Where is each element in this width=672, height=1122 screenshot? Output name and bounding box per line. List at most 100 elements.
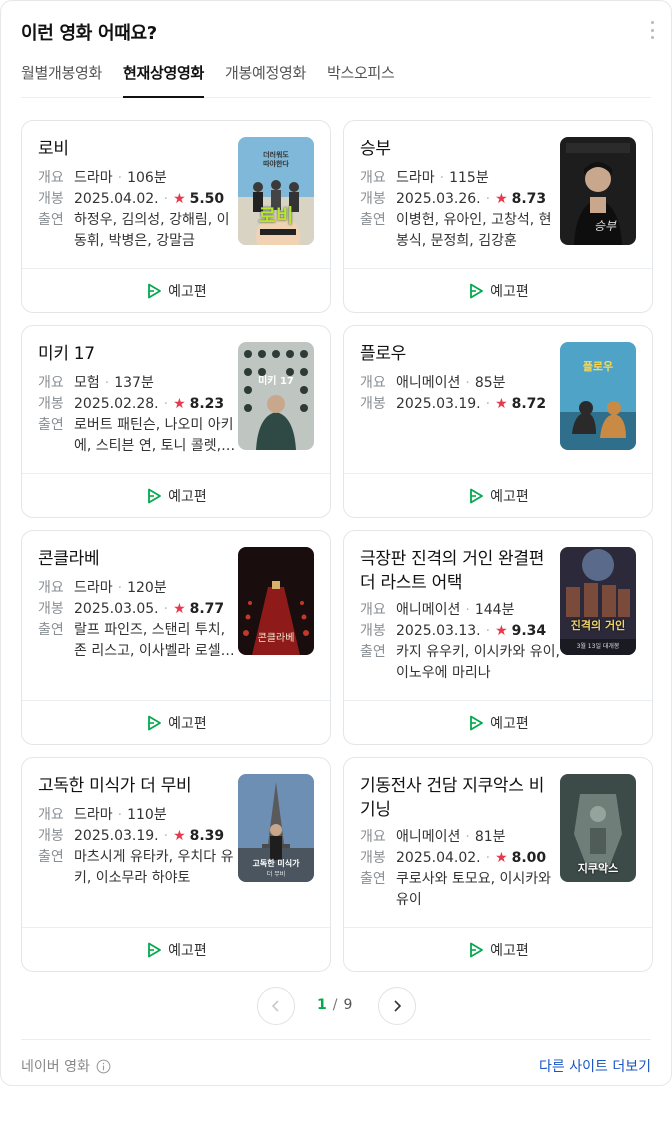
trailer-label: 예고편 [168,942,207,959]
play-icon [470,283,484,298]
release-label: 개봉 [360,396,386,412]
genre-label: 개요 [360,602,386,618]
trailer-label: 예고편 [168,715,207,732]
more-options-icon[interactable] [649,21,655,39]
trailer-button[interactable]: 예고편 [22,473,330,517]
genre-value: 모험 [74,375,100,391]
tab-box-office[interactable]: 박스오피스 [327,59,395,98]
movie-card[interactable]: 기동전사 건담 지쿠악스 비기닝 개요 애니메이션 · 81분 개봉 2025.04.0… [343,757,653,972]
poster-subtitle: 더 무비 [266,871,286,878]
star-icon: ★ [173,601,186,617]
movie-title[interactable]: 승부 [360,137,558,161]
movie-title[interactable]: 기동전사 건담 지쿠악스 비기닝 [360,774,558,822]
movie-poster[interactable]: 승부 [560,137,636,245]
movie-poster[interactable]: 더러워도 따야한다 로비 [238,137,314,245]
movie-poster[interactable]: 고독한 미식가 더 무비 [238,774,314,882]
trailer-button[interactable]: 예고편 [344,268,652,312]
release-date: 2025.03.13. [396,623,481,639]
movie-title[interactable]: 미키 17 [38,342,236,366]
movie-poster[interactable]: 콘클라베 [238,547,314,655]
poster-title: 진격의 거인 [570,619,626,632]
play-icon [148,283,162,298]
release-label: 개봉 [38,601,64,617]
movie-title[interactable]: 콘클라베 [38,547,236,571]
movie-poster[interactable]: 진격의 거인 3월 13일 대개봉 [560,547,636,655]
rating-score: 8.23 [189,396,225,412]
movie-card[interactable]: 콘클라베 개요 드라마 · 120분 개봉 2025.03.05. · ★ 8.77 출연 랄프… [21,530,331,745]
movie-info: 개요 애니메이션 · 85분 개봉 2025.03.19. · ★ 8.72 [360,373,560,415]
poster-title: 고독한 미식가 [252,859,300,868]
movie-info: 개요 모험 · 137분 개봉 2025.02.28. · ★ 8.23 출연 로버트 패틴슨,… [38,373,238,457]
trailer-button[interactable]: 예고편 [22,927,330,971]
movie-card[interactable]: 고독한 미식가 더 무비 개요 드라마 · 110분 개봉 2025.03.19. · ★ 8… [21,757,331,972]
page-separator: / [332,997,338,1013]
cast-value: 이병헌, 유아인, 고창석, 현봉식, 문정희, 김강훈 [396,212,552,249]
genre-value: 애니메이션 [396,829,461,845]
genre-label: 개요 [360,375,386,391]
previous-page-button[interactable] [257,987,295,1025]
panel-footer: 네이버 영화 다른 사이트 더보기 [21,1039,651,1087]
chevron-right-icon [394,1000,402,1012]
movie-card[interactable]: 미키 17 개요 모험 · 137분 개봉 2025.02.28. · ★ 8.23 출연 로버… [21,325,331,518]
movie-card[interactable]: 로비 개요 드라마 · 106분 개봉 2025.04.02. · ★ 5.50 출연 하정우,… [21,120,331,313]
source-label: 네이버 영화 [21,1056,111,1076]
release-date: 2025.03.05. [74,601,159,617]
release-label: 개봉 [38,191,64,207]
panel-title: 이런 영화 어때요? [21,23,157,44]
category-tabs: 월별개봉영화 현재상영영화 개봉예정영화 박스오피스 [21,59,651,98]
trailer-button[interactable]: 예고편 [344,473,652,517]
trailer-button[interactable]: 예고편 [344,927,652,971]
chevron-left-icon [271,1000,279,1012]
page-indicator: 1 / 9 [317,997,352,1013]
movie-title[interactable]: 플로우 [360,342,558,366]
movie-card[interactable]: 승부 개요 드라마 · 115분 개봉 2025.03.26. · ★ 8.73 출연 이병헌,… [343,120,653,313]
cast-label: 출연 [360,871,386,887]
movie-card[interactable]: 플로우 개요 애니메이션 · 85분 개봉 2025.03.19. · ★ 8.72 플로우 … [343,325,653,518]
genre-label: 개요 [38,580,64,596]
runtime-value: 137분 [114,375,154,391]
star-icon: ★ [495,191,508,207]
trailer-label: 예고편 [490,488,529,505]
movie-info: 개요 애니메이션 · 81분 개봉 2025.04.02. · ★ 8.00 출연 쿠로사와 토… [360,827,560,911]
trailer-button[interactable]: 예고편 [22,700,330,744]
movie-poster[interactable]: 지쿠악스 [560,774,636,882]
play-icon [148,488,162,503]
genre-label: 개요 [38,170,64,186]
movie-title[interactable]: 고독한 미식가 더 무비 [38,774,236,798]
cast-value: 로버트 패틴슨, 나오미 아키에, 스티븐 연, 토니 콜렛, 마크 러팔로 [74,417,234,454]
movie-poster[interactable]: 미키 17 [238,342,314,450]
total-pages: 9 [343,997,353,1013]
current-page: 1 [317,997,327,1013]
star-icon: ★ [173,396,186,412]
poster-title: 콘클라베 [257,633,295,644]
genre-label: 개요 [360,170,386,186]
trailer-label: 예고편 [168,488,207,505]
movie-poster[interactable]: 플로우 [560,342,636,450]
rating-score: 9.34 [511,623,547,639]
release-date: 2025.04.02. [74,191,159,207]
tab-monthly-releases[interactable]: 월별개봉영화 [21,59,102,98]
runtime-value: 144분 [474,602,515,618]
star-icon: ★ [173,828,186,844]
next-page-button[interactable] [378,987,416,1025]
movie-title[interactable]: 로비 [38,137,236,161]
release-label: 개봉 [360,191,386,207]
poster-subtitle: 3월 13일 대개봉 [576,643,620,650]
trailer-button[interactable]: 예고편 [22,268,330,312]
genre-value: 드라마 [74,580,113,596]
movie-card[interactable]: 극장판 진격의 거인 완결편 더 라스트 어택 개요 애니메이션 · 144분 개봉 2… [343,530,653,745]
cast-value: 랄프 파인즈, 스탠리 투치, 존 리스고, 이사벨라 로셀리니 [74,622,234,659]
cast-label: 출연 [360,212,386,228]
movie-title[interactable]: 극장판 진격의 거인 완결편 더 라스트 어택 [360,547,558,595]
poster-title: 지쿠악스 [577,862,619,875]
tab-now-showing[interactable]: 현재상영영화 [123,59,204,98]
info-icon[interactable] [96,1059,111,1074]
tab-upcoming[interactable]: 개봉예정영화 [225,59,306,98]
runtime-value: 85분 [474,375,506,391]
rating-score: 8.39 [189,828,225,844]
rating-score: 5.50 [189,191,225,207]
trailer-button[interactable]: 예고편 [344,700,652,744]
rating-score: 8.72 [511,396,547,412]
pagination: 1 / 9 [1,987,672,1027]
more-sites-link[interactable]: 다른 사이트 더보기 [539,1056,651,1076]
